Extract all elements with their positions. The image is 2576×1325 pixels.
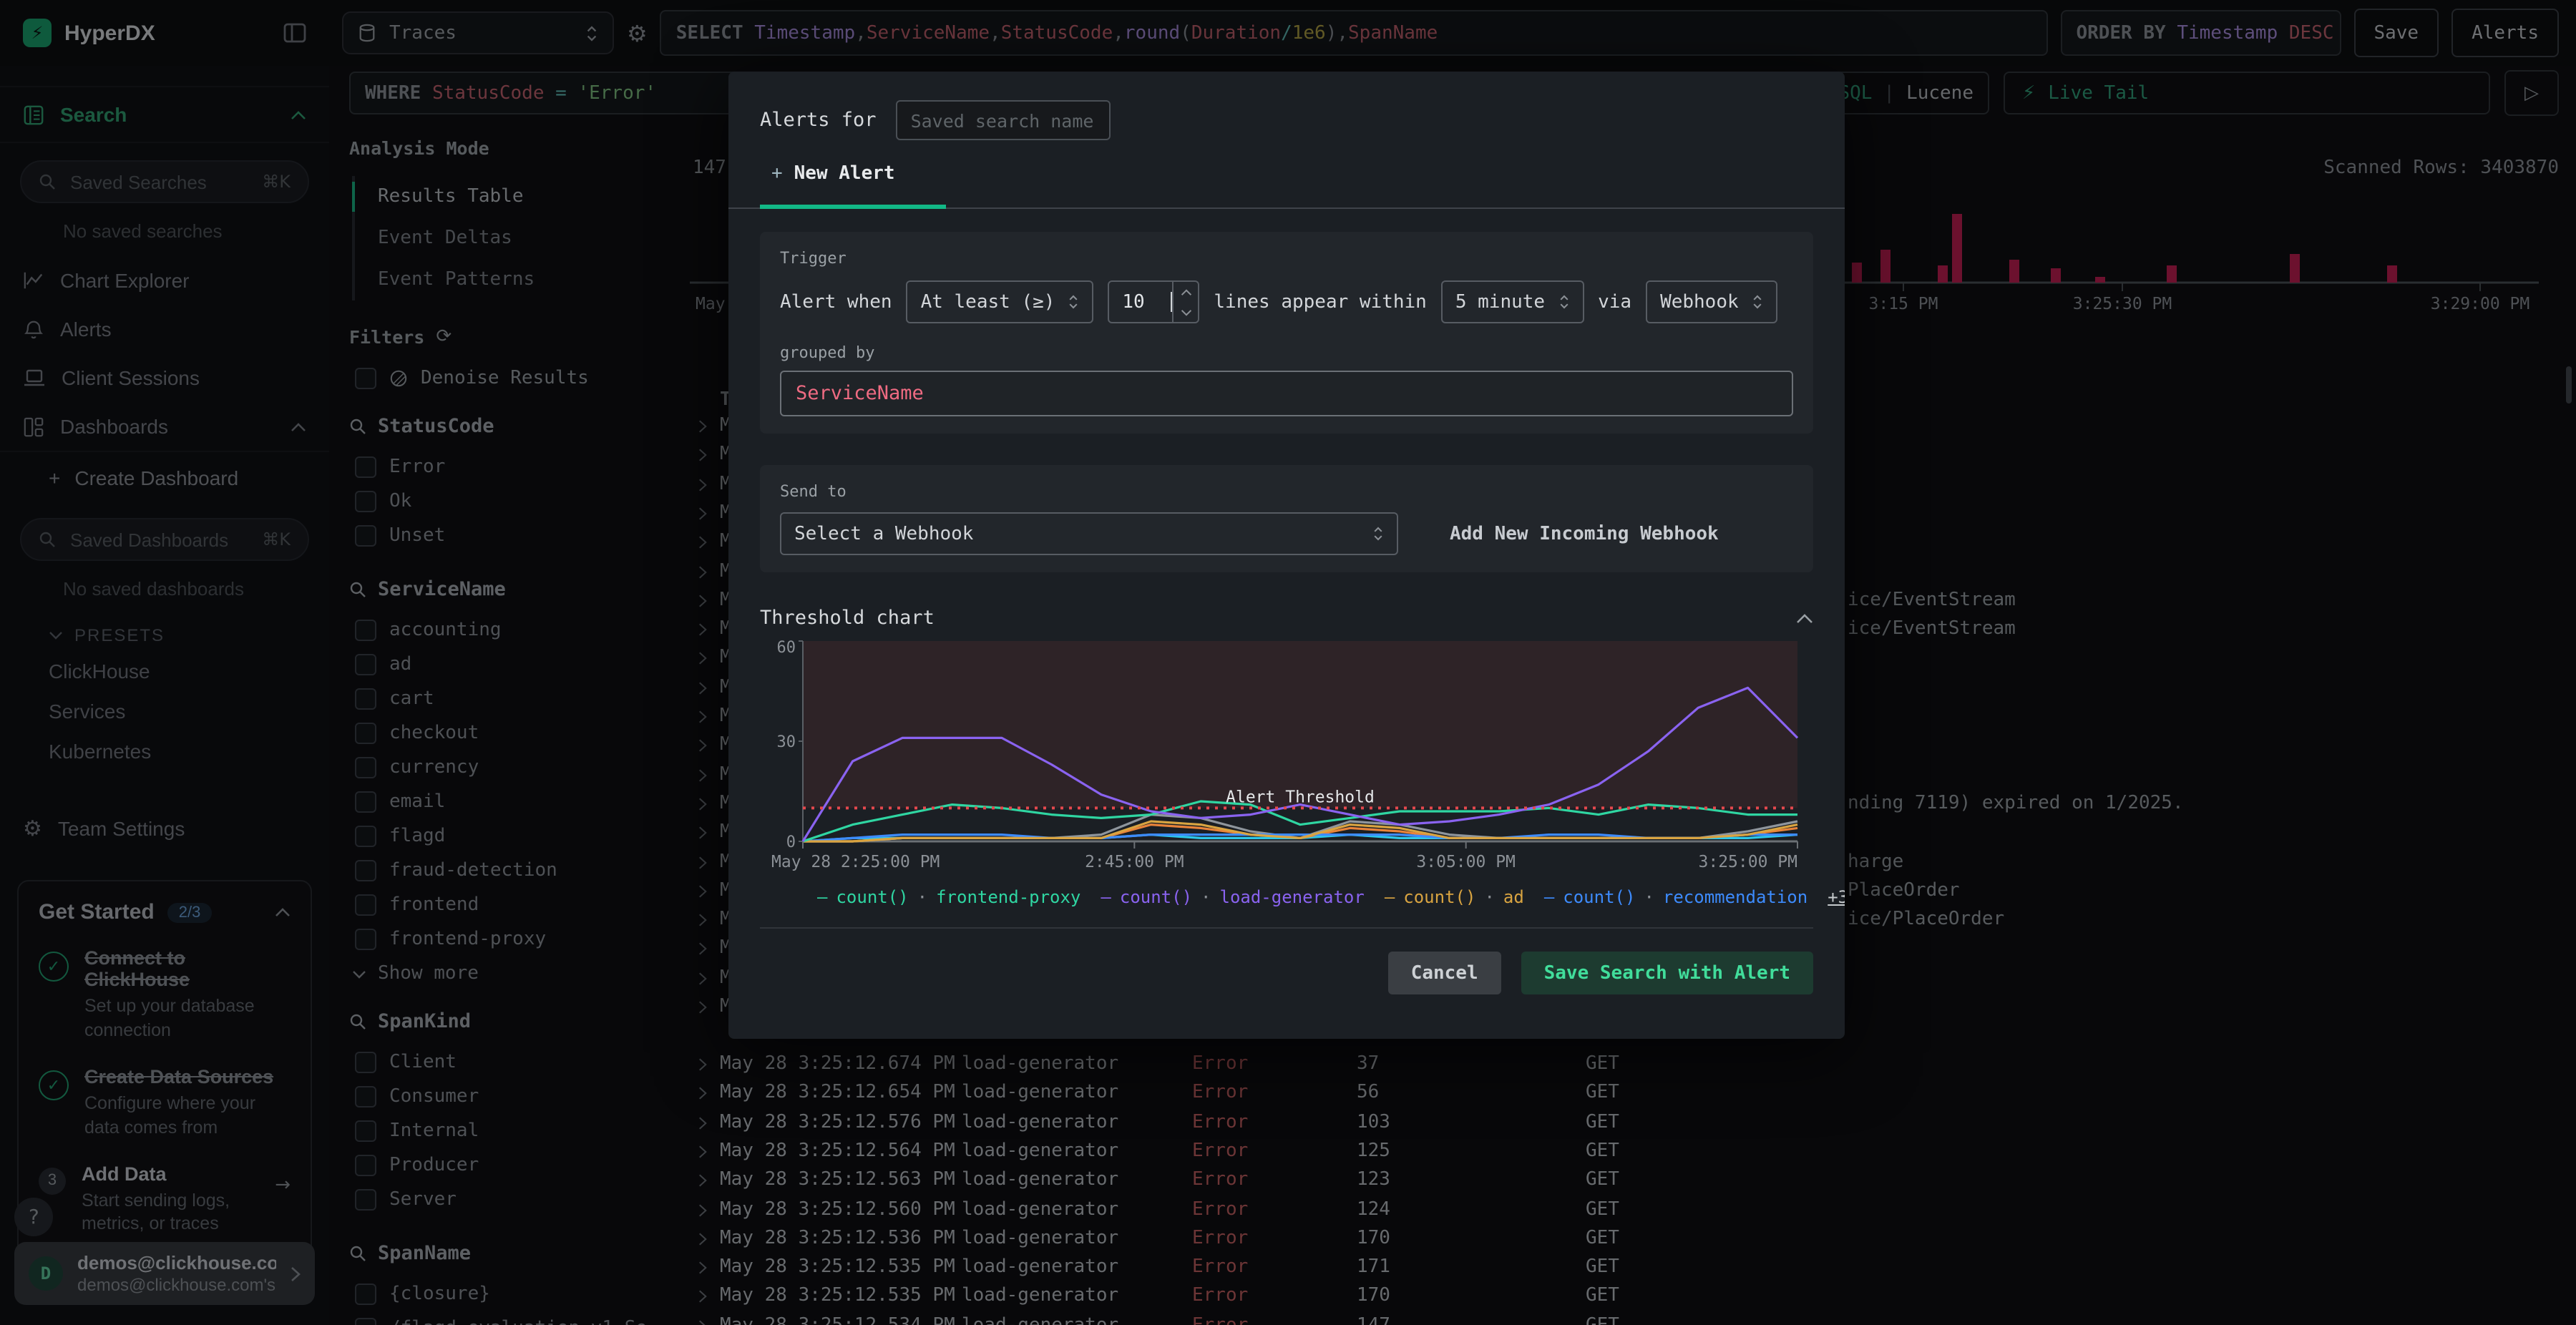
modal-title: Alerts for bbox=[760, 109, 877, 132]
legend-more-button[interactable]: +3 more bbox=[1828, 887, 1845, 907]
saved-search-name-input[interactable] bbox=[896, 100, 1111, 140]
channel-select[interactable]: Webhook bbox=[1646, 280, 1777, 323]
active-tab-underline bbox=[760, 205, 946, 209]
svg-text:3:05:00 PM: 3:05:00 PM bbox=[1416, 853, 1515, 871]
window-select[interactable]: 5 minute bbox=[1440, 280, 1584, 323]
svg-text:30: 30 bbox=[777, 733, 796, 751]
legend-item[interactable]: — count() · recommendation bbox=[1544, 887, 1807, 907]
send-to-section: Send to Select a Webhook Add New Incomin… bbox=[760, 465, 1813, 572]
number-spinner[interactable] bbox=[1172, 282, 1198, 322]
cancel-button[interactable]: Cancel bbox=[1387, 952, 1501, 994]
add-incoming-webhook-button[interactable]: Add New Incoming Webhook bbox=[1450, 523, 1719, 544]
svg-text:Alert Threshold: Alert Threshold bbox=[1226, 788, 1375, 806]
legend-item[interactable]: — count() · frontend-proxy bbox=[817, 887, 1080, 907]
webhook-select[interactable]: Select a Webhook bbox=[780, 512, 1398, 555]
legend-item[interactable]: — count() · ad bbox=[1385, 887, 1524, 907]
chart-legend: — count() · frontend-proxy — count() · load-gen… bbox=[817, 887, 1845, 907]
svg-text:0: 0 bbox=[786, 833, 796, 851]
threshold-number-input[interactable] bbox=[1108, 280, 1200, 323]
chevron-updown-icon bbox=[1372, 525, 1384, 542]
via-text: via bbox=[1598, 291, 1632, 313]
grouped-by-input[interactable]: ServiceName bbox=[780, 371, 1793, 416]
chevron-updown-icon bbox=[1068, 293, 1079, 311]
save-search-with-alert-button[interactable]: Save Search with Alert bbox=[1521, 952, 1813, 994]
create-alert-modal: Alerts for + New Alert Trigger Alert whe… bbox=[728, 72, 1845, 1039]
tab-new-alert[interactable]: + New Alert bbox=[771, 163, 895, 185]
hyperdx-app: ⚡ HyperDX Traces ⚙ SELECT Timestamp,Serv… bbox=[0, 0, 2576, 1325]
svg-text:60: 60 bbox=[777, 639, 796, 657]
threshold-chart-title: Threshold chart bbox=[760, 607, 935, 630]
svg-text:2:45:00 PM: 2:45:00 PM bbox=[1085, 853, 1184, 871]
alert-tabs: + New Alert bbox=[728, 163, 1845, 209]
trigger-section: Trigger Alert when At least (≥) 10 lines… bbox=[760, 232, 1813, 434]
svg-text:May 28 2:25:00 PM: May 28 2:25:00 PM bbox=[771, 853, 940, 871]
lines-appear-within-text: lines appear within bbox=[1214, 291, 1427, 313]
svg-text:3:25:00 PM: 3:25:00 PM bbox=[1699, 853, 1797, 871]
send-to-label: Send to bbox=[780, 482, 847, 501]
screenshot-viewport: ⚡ HyperDX Traces ⚙ SELECT Timestamp,Serv… bbox=[0, 0, 2576, 1325]
operator-select[interactable]: At least (≥) bbox=[906, 280, 1094, 323]
legend-item[interactable]: — count() · load-generator bbox=[1101, 887, 1364, 907]
trigger-label: Trigger bbox=[780, 249, 847, 268]
threshold-chart: 0 30 60 Alert Threshold May 28 2:25:00 PM 2:4… bbox=[771, 635, 1813, 879]
alert-when-text: Alert when bbox=[780, 291, 892, 313]
chevron-updown-icon bbox=[1752, 293, 1763, 311]
threshold-value-field[interactable] bbox=[1109, 282, 1171, 322]
grouped-by-label: grouped by bbox=[780, 343, 875, 362]
plus-icon: + bbox=[771, 163, 783, 185]
chevron-updown-icon bbox=[1558, 293, 1569, 311]
collapse-chart-icon[interactable] bbox=[1796, 612, 1813, 624]
